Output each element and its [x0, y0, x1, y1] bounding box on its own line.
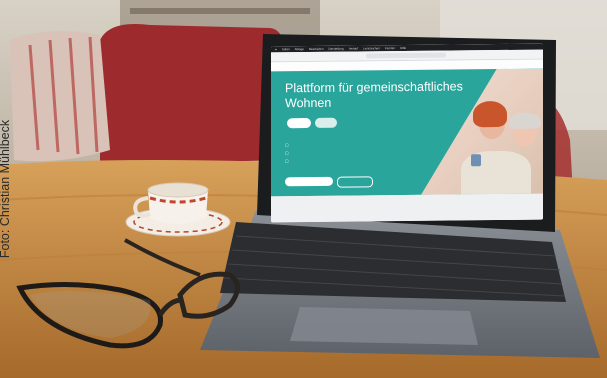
- laptop-screen: ● Safari Ablage Bearbeiten Darstellung V…: [271, 43, 543, 223]
- menu-item[interactable]: Darstellung: [329, 47, 344, 51]
- menu-item[interactable]: Lesezeichen: [363, 46, 380, 50]
- menu-item[interactable]: Hilfe: [400, 46, 406, 50]
- menu-item[interactable]: Verlauf: [349, 47, 358, 51]
- hero-pill-button[interactable]: [287, 118, 311, 129]
- menu-item[interactable]: Safari: [282, 47, 290, 51]
- hero-pill-button[interactable]: [315, 117, 337, 128]
- mug: [471, 154, 481, 166]
- photo-credit: Foto: Christian Mühlbeck: [0, 0, 12, 378]
- apple-icon: ●: [275, 47, 277, 52]
- trackpad: [290, 307, 478, 345]
- feature-item: [285, 158, 289, 163]
- menu-item[interactable]: Fenster: [385, 46, 395, 50]
- menu-item[interactable]: Bearbeiten: [309, 47, 324, 51]
- secondary-button[interactable]: [337, 176, 373, 188]
- feature-item: [285, 142, 289, 147]
- feature-item: [285, 150, 289, 155]
- hero-title: Plattform für gemeinschaftliches Wohnen: [285, 79, 463, 111]
- primary-button[interactable]: [285, 176, 333, 187]
- page-footer-strip: [271, 193, 543, 223]
- red-sofa: [100, 24, 286, 165]
- address-bar[interactable]: [366, 52, 446, 59]
- photo-credit-text: Foto: Christian Mühlbeck: [0, 119, 13, 259]
- photo: ● Safari Ablage Bearbeiten Darstellung V…: [0, 0, 607, 378]
- menu-item[interactable]: Ablage: [295, 47, 304, 51]
